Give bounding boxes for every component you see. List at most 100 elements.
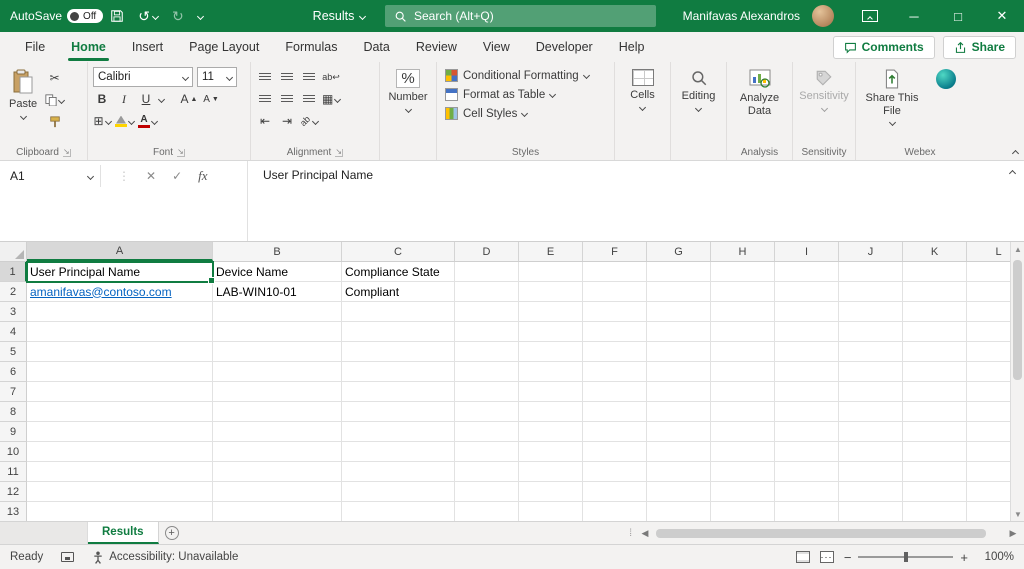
cell-I4[interactable]	[775, 322, 839, 342]
cell-E1[interactable]	[519, 262, 583, 282]
page-layout-view-button[interactable]	[795, 551, 810, 563]
search-box[interactable]: Search (Alt+Q)	[385, 5, 656, 27]
cell-I8[interactable]	[775, 402, 839, 422]
column-header-G[interactable]: G	[647, 242, 711, 261]
cell-H7[interactable]	[711, 382, 775, 402]
increase-font-button[interactable]: A ▲	[180, 89, 198, 109]
horizontal-scrollbar[interactable]: ⁞ ◀ ▶	[629, 522, 1024, 544]
cell-D3[interactable]	[455, 302, 519, 322]
align-right-button[interactable]	[300, 89, 318, 109]
cell-E9[interactable]	[519, 422, 583, 442]
menu-tab-page-layout[interactable]: Page Layout	[176, 32, 272, 62]
cell-H8[interactable]	[711, 402, 775, 422]
cell-K13[interactable]	[903, 502, 967, 521]
row-header-6[interactable]: 6	[0, 362, 27, 382]
menu-tab-insert[interactable]: Insert	[119, 32, 176, 62]
cell-I7[interactable]	[775, 382, 839, 402]
cell-C6[interactable]	[342, 362, 455, 382]
cell-B3[interactable]	[213, 302, 342, 322]
cell-H3[interactable]	[711, 302, 775, 322]
cell-E3[interactable]	[519, 302, 583, 322]
cell-D10[interactable]	[455, 442, 519, 462]
alignment-dialog-launcher[interactable]: ↘	[335, 148, 344, 157]
cell-G10[interactable]	[647, 442, 711, 462]
cell-I6[interactable]	[775, 362, 839, 382]
hscroll-drag-dots[interactable]: ⁞	[629, 528, 632, 539]
vertical-scroll-thumb[interactable]	[1013, 260, 1022, 380]
cell-L3[interactable]	[967, 302, 1010, 322]
cell-H9[interactable]	[711, 422, 775, 442]
cell-E13[interactable]	[519, 502, 583, 521]
cells-button[interactable]: Cells	[620, 66, 665, 113]
cell-K10[interactable]	[903, 442, 967, 462]
cell-D1[interactable]	[455, 262, 519, 282]
sheet-nav-area[interactable]	[0, 522, 88, 544]
cell-K4[interactable]	[903, 322, 967, 342]
font-color-button[interactable]: A	[138, 111, 159, 131]
cell-A5[interactable]	[27, 342, 213, 362]
cell-C11[interactable]	[342, 462, 455, 482]
cell-J6[interactable]	[839, 362, 903, 382]
cell-L4[interactable]	[967, 322, 1010, 342]
save-button[interactable]	[103, 0, 131, 32]
clipboard-dialog-launcher[interactable]: ↘	[62, 148, 71, 157]
webex-button[interactable]	[923, 66, 969, 128]
align-top-button[interactable]	[256, 67, 274, 87]
workbook-title[interactable]: Results	[305, 9, 374, 23]
wrap-text-button[interactable]: ab↩	[322, 67, 340, 87]
cell-G11[interactable]	[647, 462, 711, 482]
horizontal-scroll-thumb[interactable]	[656, 528, 986, 538]
column-header-L[interactable]: L	[967, 242, 1010, 261]
cell-J10[interactable]	[839, 442, 903, 462]
cell-D6[interactable]	[455, 362, 519, 382]
cell-B11[interactable]	[213, 462, 342, 482]
cell-G9[interactable]	[647, 422, 711, 442]
align-middle-button[interactable]	[278, 67, 296, 87]
cell-C13[interactable]	[342, 502, 455, 521]
cell-G12[interactable]	[647, 482, 711, 502]
cell-J9[interactable]	[839, 422, 903, 442]
cell-A6[interactable]	[27, 362, 213, 382]
cell-K9[interactable]	[903, 422, 967, 442]
cell-G5[interactable]	[647, 342, 711, 362]
cell-C9[interactable]	[342, 422, 455, 442]
cell-G13[interactable]	[647, 502, 711, 521]
confirm-entry-button[interactable]: ✓	[172, 169, 182, 183]
scroll-left-icon[interactable]: ◀	[638, 526, 652, 540]
cell-styles-button[interactable]: Cell Styles	[442, 104, 609, 123]
merge-center-button[interactable]: ▦	[322, 89, 342, 109]
cell-H5[interactable]	[711, 342, 775, 362]
align-center-button[interactable]	[278, 89, 296, 109]
autosave-toggle[interactable]: AutoSave Off	[10, 9, 104, 23]
cell-C4[interactable]	[342, 322, 455, 342]
cell-D4[interactable]	[455, 322, 519, 342]
column-header-K[interactable]: K	[903, 242, 967, 261]
cell-E11[interactable]	[519, 462, 583, 482]
cell-A9[interactable]	[27, 422, 213, 442]
column-header-C[interactable]: C	[342, 242, 455, 261]
cell-D7[interactable]	[455, 382, 519, 402]
editing-button[interactable]: Editing	[676, 66, 721, 114]
cell-J7[interactable]	[839, 382, 903, 402]
format-painter-button[interactable]	[45, 112, 64, 132]
cell-H11[interactable]	[711, 462, 775, 482]
column-header-A[interactable]: A	[27, 242, 213, 261]
menu-tab-help[interactable]: Help	[606, 32, 658, 62]
cell-B5[interactable]	[213, 342, 342, 362]
cell-C1[interactable]: Compliance State	[342, 262, 455, 282]
increase-indent-button[interactable]: ⇥	[278, 111, 296, 131]
cell-D11[interactable]	[455, 462, 519, 482]
macro-record-button[interactable]	[61, 552, 75, 562]
menu-tab-formulas[interactable]: Formulas	[272, 32, 350, 62]
cell-J5[interactable]	[839, 342, 903, 362]
cell-H10[interactable]	[711, 442, 775, 462]
cell-D13[interactable]	[455, 502, 519, 521]
cell-F9[interactable]	[583, 422, 647, 442]
undo-button[interactable]: ↺	[131, 0, 165, 32]
cell-F8[interactable]	[583, 402, 647, 422]
cell-L1[interactable]	[967, 262, 1010, 282]
cell-E5[interactable]	[519, 342, 583, 362]
qat-customize-button[interactable]	[191, 0, 210, 32]
collapse-ribbon-icon[interactable]	[1011, 149, 1020, 158]
cell-L8[interactable]	[967, 402, 1010, 422]
